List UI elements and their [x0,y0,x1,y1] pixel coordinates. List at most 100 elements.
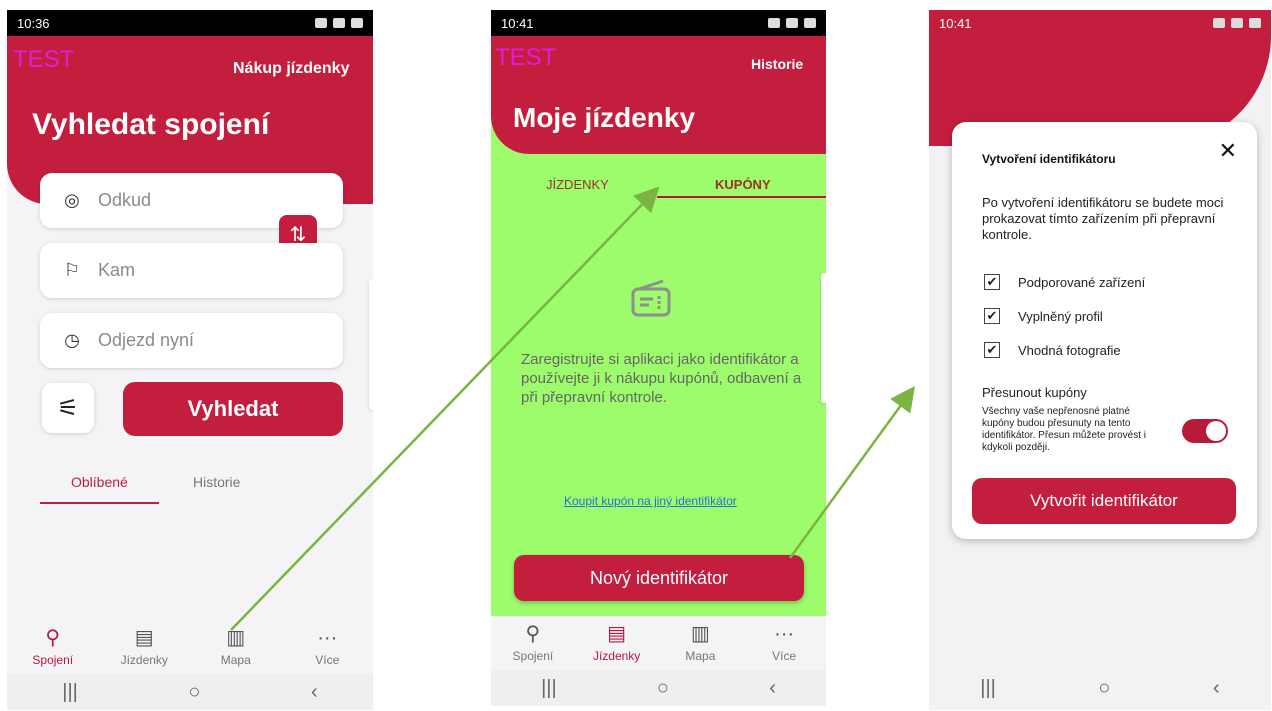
battery-icon [804,18,816,28]
ticket-icon [631,279,671,317]
nav-label: Jízdenky [120,653,168,667]
nav-more[interactable]: ··· Více [292,627,362,667]
nav-label: Spojení [512,649,554,663]
sliders-icon: ⚟ [57,394,79,422]
move-coupons-description: Všechny vaše nepřenosné platné kupóny bu… [982,406,1146,453]
from-placeholder: Odkud [98,190,152,210]
tab-tickets[interactable]: JÍZDENKY [546,177,609,192]
location-icon [768,18,780,28]
bottom-nav: ⚲ Spojení ▤ Jízdenky ▥ Mapa ··· Více [7,620,373,674]
back-icon[interactable]: ‹ [311,681,318,704]
nav-label: Spojení [32,653,74,667]
recents-icon[interactable]: ||| [980,677,996,700]
system-nav: ||| ○ ‹ [7,674,373,710]
check-supported-device: ✔ Podporované zařízení [984,274,1145,290]
status-bar: 10:41 [929,10,1271,36]
location-icon [1213,18,1225,28]
card-peek [369,280,373,410]
tab-coupons[interactable]: KUPÓNY [715,177,771,192]
tab-history[interactable]: Historie [193,474,240,490]
check-profile-filled: ✔ Vyplněný profil [984,308,1103,324]
nav-map[interactable]: ▥ Mapa [201,627,271,667]
new-identifier-button[interactable]: Nový identifikátor [514,555,804,601]
home-icon[interactable]: ○ [657,677,669,700]
check-label: Vyplněný profil [1018,308,1103,324]
search-icon: ⚲ [45,627,61,649]
nav-label: Více [772,649,797,663]
active-tab-indicator [40,502,159,504]
to-placeholder: Kam [98,260,136,280]
home-icon[interactable]: ○ [188,681,200,704]
identifier-info-text: Zaregistrujte si aplikaci jako identifik… [521,351,802,406]
recents-icon[interactable]: ||| [541,677,557,700]
home-icon[interactable]: ○ [1098,677,1110,700]
checkbox-checked-icon: ✔ [984,308,1000,324]
create-identifier-dialog: Vytvoření identifikátoru ✕ Po vytvoření … [952,122,1257,539]
more-icon: ··· [774,623,795,645]
screen-create-identifier: 10:41 Vytvoření identifikátoru ✕ Po vytv… [929,10,1271,710]
card-peek [821,273,826,403]
wifi-icon [1231,18,1243,28]
status-time: 10:41 [939,15,972,31]
nav-more[interactable]: ··· Více [749,623,819,663]
back-icon[interactable]: ‹ [1213,677,1220,700]
close-icon[interactable]: ✕ [1219,138,1237,164]
battery-icon [1249,18,1261,28]
status-bar: 10:41 [491,10,826,36]
screen-tickets: 10:41 TEST Historie Moje jízdenky JÍZDEN… [491,10,826,710]
nav-tickets[interactable]: ▤ Jízdenky [109,627,179,667]
nav-label: Jízdenky [592,649,641,663]
ticket-icon: ▤ [134,627,154,649]
location-pin-icon: ◎ [64,190,80,210]
bottom-nav: ⚲ Spojení ▤ Jízdenky ▥ Mapa ··· Více [491,616,826,670]
flag-icon: ⚐ [63,260,81,280]
map-icon: ▥ [226,627,246,649]
nav-tickets[interactable]: ▤ Jízdenky [582,623,652,663]
buy-coupon-other-link[interactable]: Koupit kupón na jiný identifikátor [564,494,737,508]
page-title: Moje jízdenky [513,102,696,133]
tab-favorites[interactable]: Oblíbené [71,474,128,490]
checkbox-checked-icon: ✔ [984,342,1000,358]
nav-label: Mapa [685,649,716,663]
create-identifier-button[interactable]: Vytvořit identifikátor [972,478,1236,524]
departure-value: Odjezd nyní [98,330,195,350]
clock-icon: ◷ [64,330,80,350]
checkbox-checked-icon: ✔ [984,274,1000,290]
map-icon: ▥ [690,623,710,645]
nav-label: Více [315,653,340,667]
search-button[interactable]: Vyhledat [123,382,343,436]
to-input[interactable]: ⚐ Kam [40,243,343,298]
buy-ticket-link[interactable]: Nákup jízdenky [233,60,349,78]
system-nav: ||| ○ ‹ [929,670,1271,706]
wifi-icon [786,18,798,28]
status-bar: 10:36 [7,10,373,36]
nav-connections[interactable]: ⚲ Spojení [498,623,568,663]
screen-search: 10:36 TEST Nákup jízdenky Vyhledat spoje… [7,10,373,710]
check-label: Podporované zařízení [1018,274,1146,290]
more-icon: ··· [317,627,338,649]
wifi-icon [333,18,345,28]
departure-input[interactable]: ◷ Odjezd nyní [40,313,343,368]
history-link[interactable]: Historie [751,56,803,72]
toggle-knob [1206,421,1226,441]
move-coupons-title: Přesunout kupóny [982,385,1087,400]
move-coupons-toggle[interactable] [1182,419,1228,443]
status-time: 10:36 [17,15,50,31]
nav-connections[interactable]: ⚲ Spojení [18,627,88,667]
check-photo-suitable: ✔ Vhodná fotografie [984,342,1121,358]
recents-icon[interactable]: ||| [62,681,78,704]
nav-map[interactable]: ▥ Mapa [665,623,735,663]
search-icon: ⚲ [525,623,541,645]
battery-icon [351,18,363,28]
dialog-title: Vytvoření identifikátoru [982,152,1116,166]
location-icon [315,18,327,28]
ticket-icon: ▤ [607,623,627,645]
page-title: Vyhledat spojení [32,108,270,141]
status-time: 10:41 [501,15,534,31]
filter-button[interactable]: ⚟ [42,383,94,433]
test-label: TEST [495,44,557,71]
test-label: TEST [13,46,75,73]
system-nav: ||| ○ ‹ [491,670,826,706]
nav-label: Mapa [220,653,251,667]
back-icon[interactable]: ‹ [769,677,776,700]
